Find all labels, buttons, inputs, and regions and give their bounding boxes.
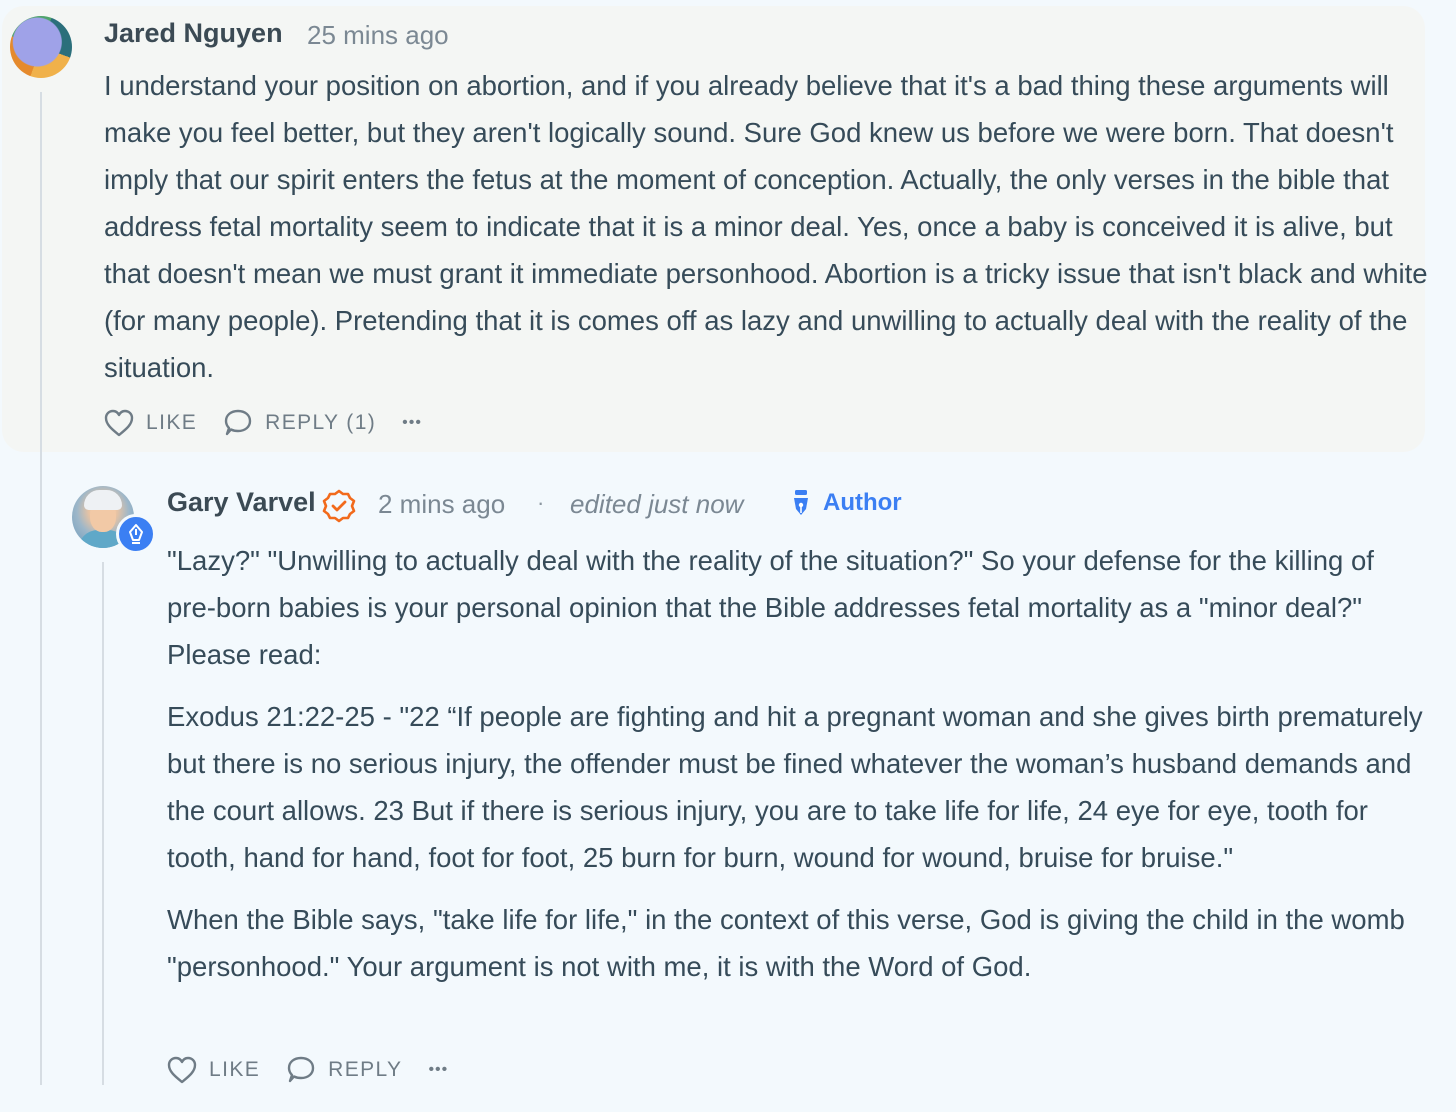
pen-nib-icon <box>794 490 808 515</box>
avatar[interactable] <box>10 16 72 78</box>
more-icon: ••• <box>402 414 422 431</box>
thread-line[interactable] <box>102 562 104 1085</box>
comment-author-name[interactable]: Gary Varvel <box>167 487 316 518</box>
reply-label: REPLY <box>328 1058 403 1081</box>
thread-line[interactable] <box>40 92 42 1085</box>
edited-label: edited just now <box>570 489 744 519</box>
reply-label: REPLY (1) <box>265 411 377 434</box>
more-options-button[interactable]: ••• <box>402 414 422 432</box>
reply-button[interactable]: REPLY <box>286 1056 402 1084</box>
comment-paragraph: Exodus 21:22-25 - "22 “If people are fig… <box>167 701 1423 873</box>
more-icon: ••• <box>428 1061 449 1078</box>
speech-bubble-icon <box>224 409 252 436</box>
like-label: LIKE <box>209 1058 261 1081</box>
meta-separator: · <box>537 490 545 515</box>
like-label: LIKE <box>146 411 198 434</box>
speech-bubble-icon <box>287 1056 315 1083</box>
comments-page: Jared Nguyen 25 mins ago I understand yo… <box>0 0 1456 1112</box>
comment-actions: LIKE REPLY (1) ••• <box>104 409 422 437</box>
comment-paragraph: I understand your position on abortion, … <box>104 70 1428 383</box>
comment-paragraph: When the Bible says, "take life for life… <box>167 904 1405 982</box>
heart-icon <box>167 1056 197 1084</box>
comment-body: "Lazy?" "Unwilling to actually deal with… <box>167 537 1429 990</box>
heart-icon <box>104 409 134 437</box>
verified-check-icon <box>322 489 356 523</box>
like-button[interactable]: LIKE <box>104 409 197 437</box>
comment-actions: LIKE REPLY ••• <box>167 1056 448 1084</box>
comment-timestamp[interactable]: 2 mins ago <box>378 489 505 520</box>
author-badge: Author <box>791 489 902 517</box>
reply-button[interactable]: REPLY (1) <box>223 409 376 437</box>
comment-author-name[interactable]: Jared Nguyen <box>104 18 283 49</box>
comment-timestamp[interactable]: 25 mins ago <box>307 20 449 51</box>
author-badge-icon <box>116 514 156 554</box>
comment-body: I understand your position on abortion, … <box>104 62 1434 391</box>
comment-paragraph: "Lazy?" "Unwilling to actually deal with… <box>167 545 1374 670</box>
like-button[interactable]: LIKE <box>167 1056 260 1084</box>
more-options-button[interactable]: ••• <box>428 1061 448 1079</box>
author-badge-label: Author <box>823 489 902 516</box>
